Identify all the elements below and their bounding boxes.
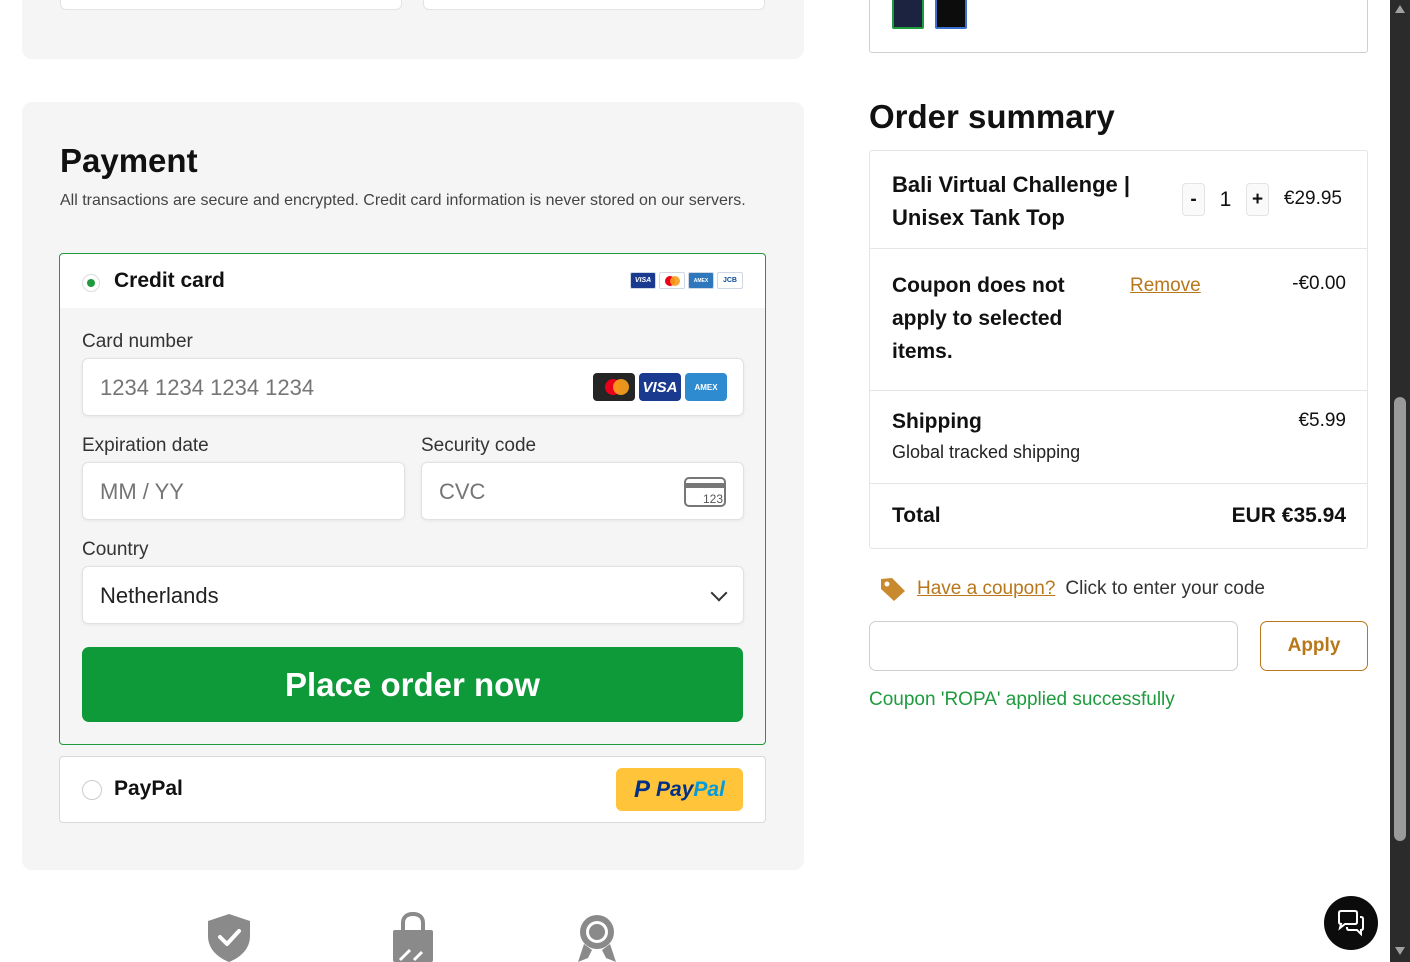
color-swatch-black[interactable]	[935, 0, 967, 29]
color-swatch-navy[interactable]	[892, 0, 924, 29]
paypal-wordmark: PayPal	[656, 778, 725, 802]
scroll-down-arrow-icon[interactable]	[1395, 947, 1405, 955]
tag-icon	[881, 578, 905, 601]
total-value: EUR €35.94	[1231, 504, 1346, 527]
visa-icon: VISA	[639, 373, 681, 401]
coupon-prompt: Have a coupon? Click to enter your code	[879, 576, 1265, 602]
order-summary-box: Bali Virtual Challenge | Unisex Tank Top…	[869, 150, 1368, 549]
country-value: Netherlands	[100, 583, 219, 608]
amex-icon: AMEX	[685, 373, 727, 401]
paypal-logo: P PayPal	[616, 768, 743, 811]
cart-item-row: Bali Virtual Challenge | Unisex Tank Top…	[870, 151, 1367, 249]
paypal-wordmark-pal: Pal	[693, 777, 725, 801]
apply-coupon-button[interactable]: Apply	[1260, 621, 1368, 671]
quantity-decrease-button[interactable]: -	[1182, 183, 1205, 216]
chat-bubble-icon	[1338, 910, 1364, 937]
scroll-up-arrow-icon[interactable]	[1395, 5, 1405, 13]
remove-coupon-link[interactable]: Remove	[1130, 275, 1201, 297]
chat-button[interactable]	[1324, 896, 1378, 950]
item-name: Bali Virtual Challenge | Unisex Tank Top	[892, 172, 1131, 230]
paypal-label: PayPal	[114, 777, 183, 800]
jcb-icon: JCB	[717, 272, 743, 289]
mastercard-icon	[593, 373, 635, 401]
have-coupon-link[interactable]: Have a coupon?	[917, 578, 1055, 600]
shipping-row: Shipping Global tracked shipping €5.99	[870, 391, 1367, 484]
address-field-stub[interactable]	[60, 0, 402, 10]
shipping-details-card-bottom	[22, 0, 804, 59]
paypal-option[interactable]: PayPal P PayPal	[59, 756, 766, 823]
amex-icon: AMEX	[688, 272, 714, 289]
cvc-card-icon: 123	[684, 477, 726, 507]
paypal-radio[interactable]	[82, 780, 102, 800]
coupon-code-input[interactable]	[869, 621, 1238, 671]
quantity-value[interactable]: 1	[1205, 188, 1246, 212]
chevron-down-icon	[710, 584, 728, 602]
shield-check-icon	[208, 914, 250, 962]
card-number-label: Card number	[82, 331, 193, 352]
country-select[interactable]: Netherlands	[82, 566, 744, 624]
credit-card-option[interactable]: Credit card VISA AMEX JCB Card number 12…	[59, 253, 766, 745]
shipping-price: €5.99	[1298, 410, 1346, 431]
expiration-date-label: Expiration date	[82, 435, 209, 456]
accepted-cards: VISA AMEX JCB	[630, 272, 743, 289]
card-number-placeholder: 1234 1234 1234 1234	[100, 375, 315, 400]
payment-section: Payment All transactions are secure and …	[22, 102, 804, 870]
award-ribbon-icon	[578, 915, 616, 962]
card-brands: VISA AMEX	[593, 373, 727, 401]
scrollbar-thumb[interactable]	[1394, 397, 1406, 841]
visa-icon: VISA	[630, 272, 656, 289]
payment-title: Payment	[60, 142, 198, 179]
payment-subtitle: All transactions are secure and encrypte…	[60, 192, 746, 209]
card-number-input[interactable]: 1234 1234 1234 1234 VISA AMEX	[82, 358, 744, 416]
credit-card-label: Credit card	[114, 269, 225, 292]
security-code-label: Security code	[421, 435, 537, 456]
color-swatch-group	[869, 0, 1368, 53]
order-summary-title: Order summary	[869, 98, 1115, 135]
paypal-p-icon: P	[634, 775, 651, 803]
shipping-method: Global tracked shipping	[892, 442, 1081, 462]
coupon-success-message: Coupon 'ROPA' applied successfully	[869, 689, 1175, 710]
credit-card-header[interactable]: Credit card VISA AMEX JCB	[60, 254, 765, 308]
quantity-stepper: - 1 +	[1182, 183, 1269, 216]
credit-card-radio[interactable]	[82, 274, 100, 292]
shipping-title: Shipping	[892, 410, 982, 433]
coupon-message: Coupon does not apply to selected items.	[892, 274, 1065, 363]
coupon-row: Coupon does not apply to selected items.…	[870, 249, 1367, 391]
security-code-placeholder: CVC	[439, 479, 486, 504]
paypal-wordmark-pay: Pay	[656, 777, 694, 801]
security-code-input[interactable]: CVC 123	[421, 462, 744, 520]
place-order-button[interactable]: Place order now	[82, 647, 743, 722]
expiration-placeholder: MM / YY	[100, 479, 184, 504]
page-scrollbar[interactable]	[1390, 0, 1410, 962]
total-row: Total EUR €35.94	[870, 484, 1367, 548]
address-field-stub[interactable]	[423, 0, 765, 10]
mastercard-icon	[659, 272, 685, 289]
expiration-date-input[interactable]: MM / YY	[82, 462, 405, 520]
cvc-icon-text: 123	[703, 492, 723, 506]
quantity-increase-button[interactable]: +	[1246, 183, 1269, 216]
coupon-amount: -€0.00	[1292, 273, 1346, 294]
country-label: Country	[82, 539, 149, 560]
item-price: €29.95	[1283, 188, 1342, 209]
coupon-prompt-text: Click to enter your code	[1065, 578, 1265, 599]
lock-bag-icon	[393, 912, 433, 962]
total-label: Total	[892, 504, 941, 527]
